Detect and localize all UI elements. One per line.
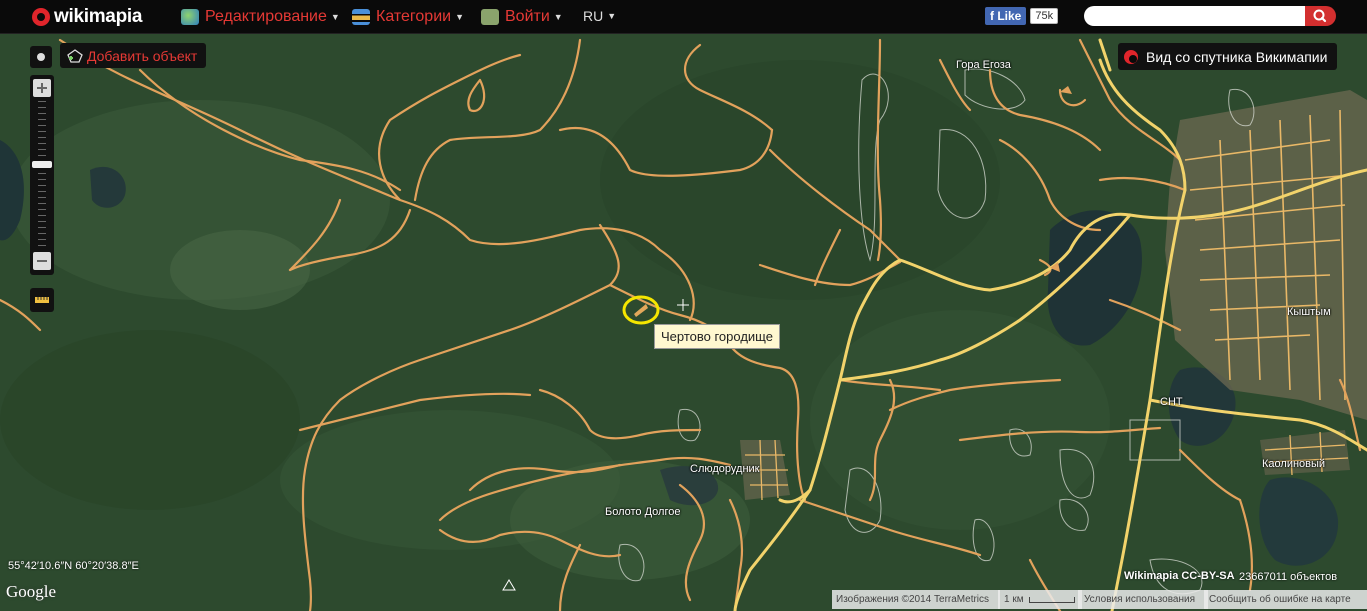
license-label[interactable]: Wikimapia CC-BY-SA [1124,570,1235,582]
report-error-label: Сообщить об ошибке на карте [1209,594,1351,605]
chevron-down-icon: ▼ [607,11,617,21]
add-object-label: Добавить объект [87,47,198,64]
map-canvas[interactable]: Гора Егоза Кыштым СНТ Каолиновый Слюдору… [0,34,1367,611]
objects-count: 23667011 объектов [1239,571,1338,583]
terms-link[interactable]: Условия использования [1078,590,1208,609]
facebook-like-button[interactable]: f Like [985,7,1027,25]
chevron-down-icon: ▼ [553,12,563,22]
scale-label: 1 км [1004,594,1024,605]
satellite-view-label: Вид со спутника Викимапии [1146,48,1328,65]
globe-edit-icon [181,9,199,25]
language-label: RU [583,8,604,24]
zoom-in-button[interactable] [33,79,51,97]
locate-button[interactable] [30,46,52,68]
menu-edit[interactable]: Редактирование ▼ [181,8,340,26]
place-label-slyudorudnik[interactable]: Слюдорудник [690,463,760,475]
google-logo[interactable]: Google [6,582,56,602]
menu-login[interactable]: Войти ▼ [481,8,563,26]
place-label-boloto-dolgoe[interactable]: Болото Долгое [605,506,680,518]
ruler-icon [35,297,49,303]
categories-icon [352,9,370,25]
add-object-button[interactable]: Добавить объект [60,43,207,68]
place-label-gora-egoza[interactable]: Гора Егоза [956,59,1011,71]
add-object-icon [67,48,83,63]
place-label-kaolinovy[interactable]: Каолиновый [1262,458,1325,470]
ruler-button[interactable] [30,288,54,312]
plus-icon [37,83,47,93]
menu-categories[interactable]: Категории ▼ [352,8,464,26]
zoom-slider-track[interactable] [38,101,46,249]
wikimapia-logo[interactable]: wikimapia [32,5,142,29]
minus-icon [37,260,47,262]
scale-bar: 1 км [998,590,1082,609]
wikimapia-satellite-icon [1124,49,1138,64]
logo-text: wikimapia [54,6,143,27]
imagery-credit: Изображения ©2014 TerraMetrics [832,590,1000,609]
zoom-slider-handle[interactable] [32,161,52,168]
top-bar: wikimapia Редактирование ▼ Категории ▼ В… [0,0,1367,34]
fb-like-count: 75k [1030,8,1059,24]
chevron-down-icon: ▼ [455,12,464,22]
zoom-out-button[interactable] [33,252,51,270]
search-button[interactable] [1305,6,1336,26]
place-label-kyshtym[interactable]: Кыштым [1287,306,1331,318]
imagery-credit-text: Изображения ©2014 TerraMetrics [836,594,990,605]
terms-label: Условия использования [1084,594,1195,605]
fb-like-label: Like [997,9,1022,23]
menu-edit-label: Редактирование [205,8,327,25]
language-selector[interactable]: RU ▼ [583,8,616,24]
satellite-map [0,34,1367,611]
search-input[interactable] [1084,6,1320,26]
coordinates-readout: 55°42′10.6″N 60°20′38.8″E [8,560,139,572]
satellite-view-button[interactable]: Вид со спутника Викимапии [1118,43,1338,70]
menu-categories-label: Категории [376,8,452,25]
scale-line [1028,596,1075,603]
object-tooltip: Чертово городище [654,324,780,349]
locate-icon [37,53,45,61]
wikimapia-logo-icon [32,8,50,26]
report-error-link[interactable]: Сообщить об ошибке на карте [1204,590,1367,609]
search-icon [1313,9,1327,23]
facebook-like[interactable]: f Like 75k [985,7,1059,25]
place-label-snt[interactable]: СНТ [1160,396,1183,408]
menu-login-label: Войти [505,8,550,25]
chevron-down-icon: ▼ [330,12,340,22]
zoom-control[interactable] [30,75,54,275]
login-icon [481,9,499,25]
